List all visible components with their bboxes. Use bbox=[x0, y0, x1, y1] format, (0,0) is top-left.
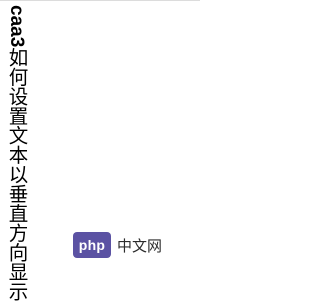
vertical-text-block: caa3如何设置文本以垂直方向显示 bbox=[5, 5, 28, 301]
vertical-text-cjk: 如何设置文本以垂直方向显示 bbox=[5, 47, 28, 301]
vertical-text-latin: caa3 bbox=[6, 5, 27, 48]
php-logo-icon: php bbox=[73, 232, 111, 258]
php-cn-watermark: php 中文网 bbox=[73, 229, 200, 261]
watermark-site-name: 中文网 bbox=[117, 236, 163, 255]
top-divider bbox=[0, 0, 200, 1]
